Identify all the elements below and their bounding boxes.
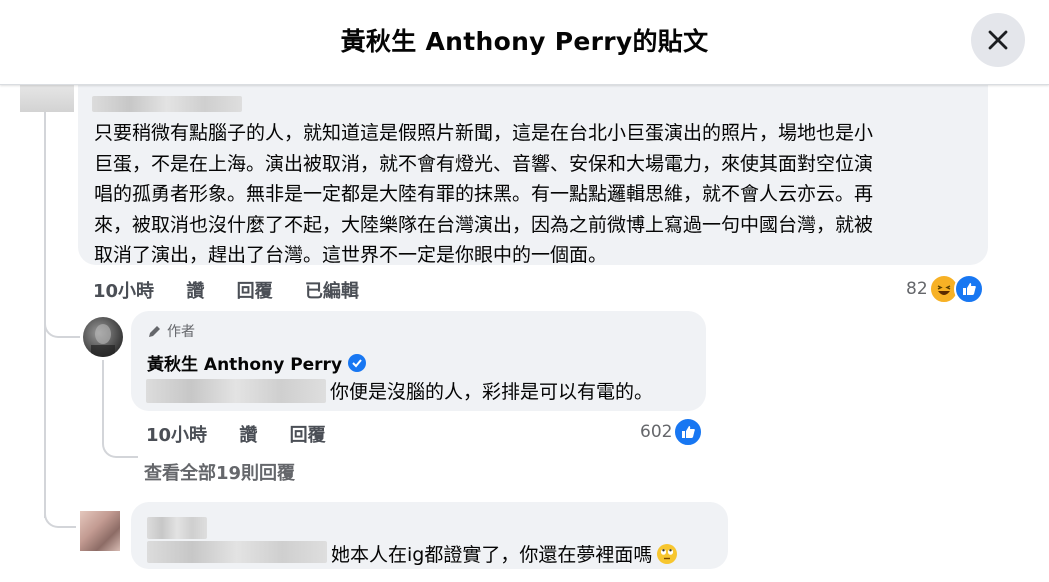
comment-line: 來，被取消也沒什麼了不起，大陸樂隊在台灣演出，因為之前微博上寫過一句中國台灣，就…: [94, 213, 874, 236]
mentioned-name-blurred[interactable]: [146, 379, 326, 403]
face-with-rolling-eyes-icon: [656, 543, 678, 565]
dialog-title: 黃秋生 Anthony Perry的貼文: [340, 27, 709, 56]
reply-actions: 10小時 讚 回覆: [146, 421, 352, 447]
like-button[interactable]: 讚: [186, 281, 204, 302]
reply-timestamp[interactable]: 10小時: [146, 425, 207, 446]
reply-button[interactable]: 回覆: [290, 425, 326, 446]
close-button[interactable]: [971, 13, 1025, 67]
reply-button[interactable]: 回覆: [237, 281, 273, 302]
reaction-count[interactable]: 602: [640, 422, 672, 442]
comment-text: 只要稍微有點腦子的人，就知道這是假照片新聞，這是在台北小巨蛋演出的照片，場地也是…: [94, 118, 974, 271]
thread-line-connector: [44, 318, 80, 338]
comment-line: 只要稍微有點腦子的人，就知道這是假照片新聞，這是在台北小巨蛋演出的照片，場地也是…: [94, 122, 874, 144]
reply-text: 你便是沒腦的人，彩排是可以有電的。: [330, 381, 654, 403]
mentioned-name-blurred[interactable]: [147, 541, 327, 563]
author-name-text[interactable]: 黃秋生 Anthony Perry: [147, 350, 342, 375]
comment-text-content: 她本人在ig都證實了，你還在夢裡面嗎: [331, 544, 653, 566]
commenter-avatar-blurred[interactable]: [20, 84, 74, 112]
commenter-avatar-blurred[interactable]: [80, 511, 120, 551]
thread-line-connector: [44, 510, 76, 528]
like-icon[interactable]: [954, 274, 984, 304]
comment-line: 巨蛋，不是在上海。演出被取消，就不會有燈光、音響、安保和大場電力，來使其面對空位…: [94, 152, 874, 175]
edited-label[interactable]: 已編輯: [305, 281, 359, 302]
commenter-name-blurred[interactable]: [92, 96, 242, 112]
comment-timestamp[interactable]: 10小時: [93, 281, 154, 302]
comment-line: 取消了演出，趕出了台灣。這世界不一定是你眼中的一個面。: [94, 244, 608, 266]
comment-actions: 10小時 讚 回覆 已編輯: [93, 277, 385, 303]
post-dialog-header: 黃秋生 Anthony Perry的貼文: [0, 0, 1049, 85]
author-avatar[interactable]: [83, 317, 123, 357]
author-name[interactable]: 黃秋生 Anthony Perry: [147, 350, 367, 375]
author-badge-label: 作者: [167, 324, 195, 340]
comment-text: 她本人在ig都證實了，你還在夢裡面嗎: [331, 540, 678, 567]
pencil-icon: [149, 326, 160, 337]
like-button[interactable]: 讚: [239, 425, 257, 446]
reaction-count[interactable]: 82: [906, 279, 928, 299]
comment-line: 唱的孤勇者形象。無非是一定都是大陸有罪的抹黑。有一點點邏輯思維，就不會人云亦云。…: [94, 183, 874, 205]
verified-icon: [348, 353, 367, 372]
close-icon: [988, 30, 1008, 50]
view-all-replies-link[interactable]: 查看全部19則回覆: [144, 459, 295, 485]
thread-line: [44, 112, 46, 518]
commenter-name-blurred[interactable]: [147, 517, 207, 539]
like-icon[interactable]: [673, 417, 703, 447]
author-badge: 作者: [147, 321, 195, 341]
